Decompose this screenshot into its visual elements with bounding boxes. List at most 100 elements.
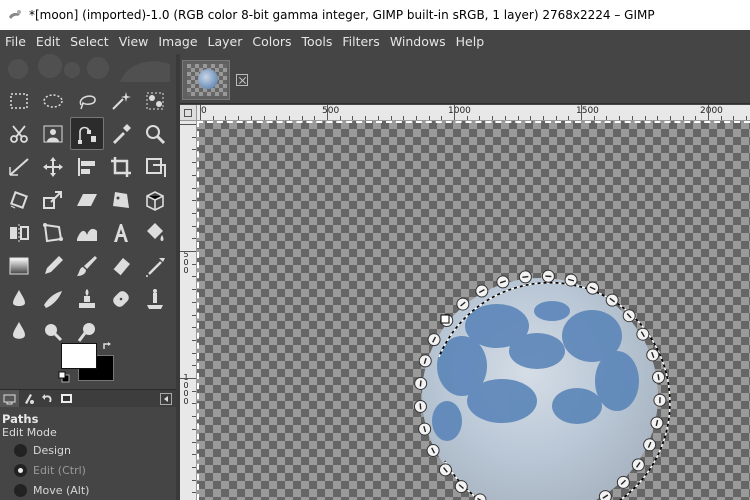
paintbrush-tool[interactable]: [70, 249, 104, 282]
rotate-tool[interactable]: [2, 183, 36, 216]
menu-bar: File Edit Select View Image Layer Colors…: [0, 30, 750, 54]
mode-design-radio[interactable]: Design: [0, 440, 178, 460]
menu-windows[interactable]: Windows: [385, 30, 451, 54]
radio-button[interactable]: [14, 443, 27, 457]
ruler-tick: [250, 116, 252, 120]
ink-tool[interactable]: [2, 282, 36, 315]
tab-undo-history[interactable]: [38, 390, 57, 408]
ruler-tick: [428, 116, 430, 120]
perspective-tool[interactable]: [104, 183, 138, 216]
rect-select-icon: [10, 92, 28, 109]
path-anchor-handle[interactable]: [598, 490, 612, 500]
ruler-tick: [606, 116, 608, 120]
blur-sharpen-tool[interactable]: [2, 315, 36, 348]
smudge-icon: [45, 323, 63, 341]
ruler-tick: [192, 225, 196, 227]
clone-tool[interactable]: [70, 282, 104, 315]
swap-colors-icon[interactable]: [102, 341, 114, 353]
menu-view[interactable]: View: [114, 30, 154, 54]
shear-tool[interactable]: [70, 183, 104, 216]
ruler-tick: [276, 116, 278, 120]
horizontal-ruler[interactable]: 0 500 1000 1500 2000: [197, 105, 750, 121]
menu-layer[interactable]: Layer: [203, 30, 248, 54]
mode-edit-radio[interactable]: Edit (Ctrl): [0, 460, 178, 480]
move-tool[interactable]: [36, 150, 70, 183]
mypaint-brush-tool[interactable]: [36, 282, 70, 315]
text-tool[interactable]: [104, 216, 138, 249]
unified-transform-tool[interactable]: [138, 150, 172, 183]
cage-transform-tool[interactable]: [36, 216, 70, 249]
align-icon: [78, 157, 95, 176]
foreground-color-swatch[interactable]: [61, 343, 97, 369]
dock-menu-icon[interactable]: [160, 393, 172, 405]
menu-image[interactable]: Image: [153, 30, 202, 54]
eraser-tool[interactable]: [104, 249, 138, 282]
image-canvas[interactable]: [197, 121, 750, 500]
heal-icon: [113, 290, 129, 307]
rotate-icon: [10, 190, 28, 209]
pencil-tool[interactable]: [36, 249, 70, 282]
radio-button-checked[interactable]: [14, 463, 27, 477]
fuzzy-select-icon: [112, 91, 131, 110]
selected-anchor-handle[interactable]: [440, 314, 450, 324]
ruler-tick: [263, 116, 265, 120]
undo-history-icon: [42, 394, 52, 402]
scale-tool[interactable]: [36, 183, 70, 216]
ruler-corner[interactable]: [180, 105, 197, 121]
zoom-tool[interactable]: [138, 117, 172, 150]
anchor-tick: [419, 403, 422, 410]
ruler-tick: [720, 116, 722, 120]
color-picker-tool[interactable]: [104, 117, 138, 150]
rect-select-tool[interactable]: [2, 84, 36, 117]
default-colors-icon[interactable]: [58, 371, 70, 383]
align-tool[interactable]: [70, 150, 104, 183]
gradient-icon: [9, 257, 29, 274]
anchor-tick: [657, 374, 660, 381]
bucket-fill-tool[interactable]: [138, 216, 172, 249]
menu-help[interactable]: Help: [451, 30, 490, 54]
scissors-tool[interactable]: [2, 117, 36, 150]
paintbrush-icon: [77, 255, 97, 276]
menu-tools[interactable]: Tools: [297, 30, 338, 54]
ruler-tick: [192, 492, 196, 494]
warp-transform-icon: [77, 228, 97, 241]
vertical-ruler[interactable]: 5 0 0 1 0 0 0: [180, 121, 197, 500]
color-selector: [58, 341, 118, 387]
gradient-tool[interactable]: [2, 249, 36, 282]
crop-tool[interactable]: [104, 150, 138, 183]
ruler-tick: [192, 403, 196, 405]
fuzzy-select-tool[interactable]: [104, 84, 138, 117]
menu-select[interactable]: Select: [65, 30, 114, 54]
measure-tool[interactable]: [2, 150, 36, 183]
select-by-color-tool[interactable]: [138, 84, 172, 117]
menu-colors[interactable]: Colors: [247, 30, 296, 54]
ruler-tick: [192, 263, 196, 265]
close-tab-icon[interactable]: [236, 74, 248, 86]
warp-transform-tool[interactable]: [70, 216, 104, 249]
tab-images[interactable]: [57, 390, 76, 408]
menu-file[interactable]: File: [0, 30, 31, 54]
edit-mode-label: Edit Mode: [2, 426, 57, 439]
tab-tool-options[interactable]: [0, 389, 19, 408]
3d-transform-tool[interactable]: [138, 183, 172, 216]
ruler-tick: [212, 116, 214, 120]
mode-move-radio[interactable]: Move (Alt): [0, 480, 178, 500]
heal-tool[interactable]: [104, 282, 138, 315]
ruler-tick: [192, 339, 196, 341]
perspective-clone-tool[interactable]: [138, 282, 172, 315]
menu-edit[interactable]: Edit: [31, 30, 65, 54]
ruler-tick: [708, 105, 709, 120]
ruler-tick: [192, 416, 196, 418]
menu-filters[interactable]: Filters: [337, 30, 384, 54]
flip-tool[interactable]: [2, 216, 36, 249]
airbrush-tool[interactable]: [138, 249, 172, 282]
tab-device-status[interactable]: [19, 390, 38, 408]
ellipse-select-tool[interactable]: [36, 84, 70, 117]
radio-button[interactable]: [14, 483, 27, 497]
ruler-tick: [631, 116, 633, 120]
ruler-tick: [192, 466, 196, 468]
foreground-select-tool[interactable]: [36, 117, 70, 150]
lasso-tool[interactable]: [70, 84, 104, 117]
paths-tool-tool[interactable]: [70, 117, 104, 150]
image-tab-moon[interactable]: [182, 60, 230, 100]
